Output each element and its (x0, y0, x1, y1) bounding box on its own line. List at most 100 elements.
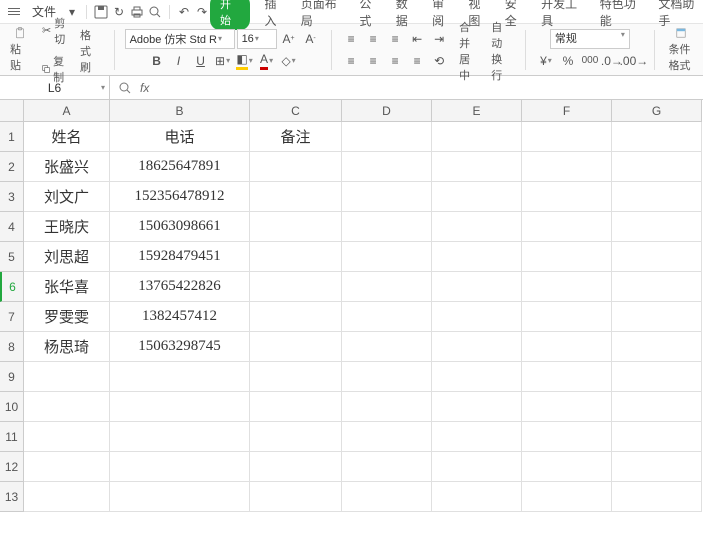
cell[interactable] (342, 362, 432, 392)
bold-icon[interactable]: B (147, 51, 167, 71)
cell[interactable] (250, 152, 342, 182)
align-justify-icon[interactable]: ≡ (407, 51, 427, 71)
tab-dochelper[interactable]: 文档助手 (658, 0, 703, 29)
cell[interactable] (24, 422, 110, 452)
cell[interactable] (342, 182, 432, 212)
row-header[interactable]: 4 (0, 212, 24, 242)
font-color-icon[interactable]: A▾ (257, 51, 277, 71)
clear-format-icon[interactable]: ◇▾ (279, 51, 299, 71)
cell[interactable] (342, 452, 432, 482)
increase-font-icon[interactable]: A+ (279, 29, 299, 49)
cell[interactable] (24, 362, 110, 392)
cell[interactable] (250, 392, 342, 422)
cell[interactable] (250, 302, 342, 332)
cell[interactable] (110, 362, 250, 392)
cell[interactable] (432, 392, 522, 422)
comma-icon[interactable]: 000 (580, 51, 600, 71)
zoom-icon[interactable] (118, 81, 132, 95)
cell[interactable] (342, 332, 432, 362)
cell[interactable]: 刘文广 (24, 182, 110, 212)
cell[interactable] (432, 482, 522, 512)
row-header[interactable]: 5 (0, 242, 24, 272)
cell[interactable] (612, 362, 702, 392)
cell[interactable] (522, 152, 612, 182)
cell[interactable] (250, 212, 342, 242)
tab-start[interactable]: 开始 (210, 0, 250, 30)
align-top-icon[interactable]: ≡ (341, 29, 361, 49)
cell[interactable] (342, 392, 432, 422)
cell[interactable] (522, 212, 612, 242)
row-header[interactable]: 3 (0, 182, 24, 212)
cell[interactable] (612, 152, 702, 182)
cell[interactable] (612, 452, 702, 482)
tab-insert[interactable]: 插入 (264, 0, 286, 29)
cell[interactable] (432, 122, 522, 152)
cell[interactable] (342, 422, 432, 452)
cell[interactable] (522, 302, 612, 332)
cell[interactable] (342, 152, 432, 182)
row-header[interactable]: 11 (0, 422, 24, 452)
cell[interactable] (612, 242, 702, 272)
cell[interactable]: 王晓庆 (24, 212, 110, 242)
row-header[interactable]: 9 (0, 362, 24, 392)
column-header[interactable]: F (522, 100, 612, 122)
number-format-combo[interactable]: 常规▾ (550, 29, 630, 49)
row-header[interactable]: 12 (0, 452, 24, 482)
cell[interactable] (612, 422, 702, 452)
tab-formula[interactable]: 公式 (359, 0, 381, 29)
cell[interactable]: 15928479451 (110, 242, 250, 272)
cell[interactable] (110, 452, 250, 482)
cell-grid[interactable]: 姓名电话备注张盛兴18625647891刘文广152356478912王晓庆15… (24, 122, 703, 512)
cell[interactable] (522, 392, 612, 422)
row-header[interactable]: 7 (0, 302, 24, 332)
cell[interactable] (342, 122, 432, 152)
row-header[interactable]: 1 (0, 122, 24, 152)
merge-center-button[interactable]: 合并居中 (455, 27, 483, 73)
cell[interactable] (432, 332, 522, 362)
cell[interactable]: 15063098661 (110, 212, 250, 242)
cell[interactable]: 13765422826 (110, 272, 250, 302)
cell[interactable] (432, 362, 522, 392)
cell[interactable] (342, 482, 432, 512)
cell[interactable] (432, 272, 522, 302)
indent-decrease-icon[interactable]: ⇤ (407, 29, 427, 49)
orientation-icon[interactable]: ⟲ (429, 51, 449, 71)
cell[interactable] (612, 182, 702, 212)
cell[interactable] (612, 332, 702, 362)
row-header[interactable]: 8 (0, 332, 24, 362)
cell[interactable] (432, 422, 522, 452)
cell[interactable] (612, 122, 702, 152)
format-painter-button[interactable]: 格式刷 (76, 27, 104, 73)
cell[interactable] (522, 362, 612, 392)
tab-special[interactable]: 特色功能 (600, 0, 645, 29)
redo-icon[interactable]: ↷ (194, 4, 210, 20)
cell[interactable]: 15063298745 (110, 332, 250, 362)
cell[interactable]: 1382457412 (110, 302, 250, 332)
cell[interactable]: 152356478912 (110, 182, 250, 212)
row-header[interactable]: 2 (0, 152, 24, 182)
decrease-decimal-icon[interactable]: .00→ (624, 51, 644, 71)
cell[interactable] (342, 302, 432, 332)
cell[interactable] (522, 422, 612, 452)
cell[interactable] (612, 482, 702, 512)
cell[interactable] (250, 362, 342, 392)
align-center-icon[interactable]: ≡ (363, 51, 383, 71)
cell[interactable] (432, 182, 522, 212)
cell[interactable]: 杨思琦 (24, 332, 110, 362)
indent-increase-icon[interactable]: ⇥ (429, 29, 449, 49)
fx-icon[interactable]: fx (140, 81, 149, 95)
cell[interactable] (612, 212, 702, 242)
underline-icon[interactable]: U (191, 51, 211, 71)
font-size-combo[interactable]: 16▾ (237, 29, 277, 49)
cell[interactable] (250, 482, 342, 512)
cell[interactable]: 张华喜 (24, 272, 110, 302)
cell[interactable] (432, 242, 522, 272)
cell[interactable] (522, 482, 612, 512)
cell[interactable] (342, 212, 432, 242)
refresh-icon[interactable]: ↻ (111, 4, 127, 20)
name-box[interactable]: L6 ▾ (0, 76, 110, 99)
conditional-format-button[interactable]: 条件格式 (664, 27, 697, 73)
cell[interactable] (342, 272, 432, 302)
row-header[interactable]: 6 (0, 272, 24, 302)
tab-layout[interactable]: 页面布局 (301, 0, 346, 29)
